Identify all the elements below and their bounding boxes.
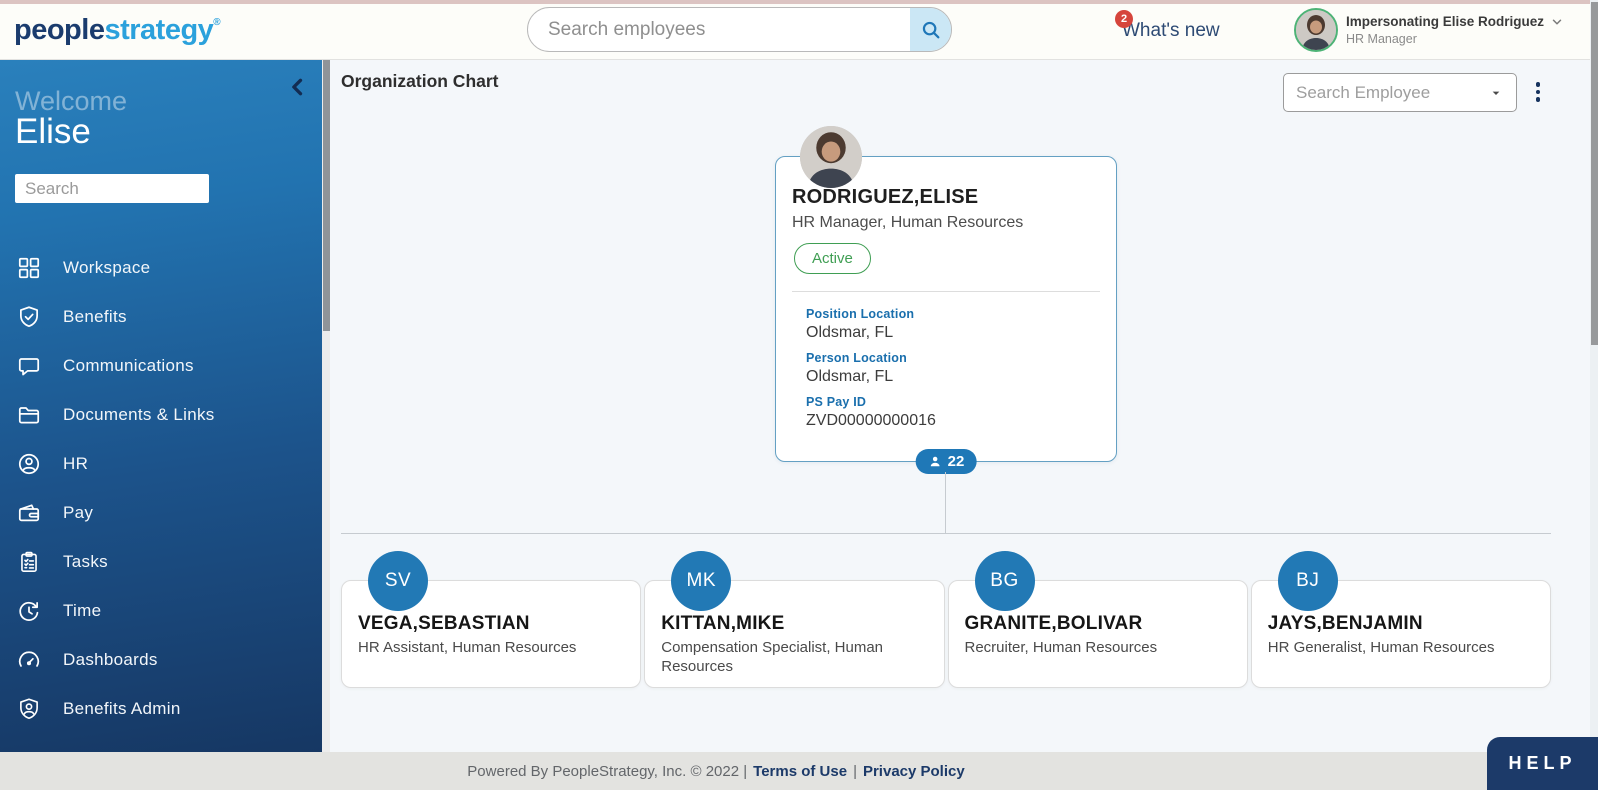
direct-reports-count: 22: [948, 453, 965, 470]
person-circle-icon: [15, 450, 42, 477]
field-position-location: Position Location Oldsmar, FL: [806, 307, 1116, 342]
sidebar-item-documents-links[interactable]: Documents & Links: [0, 390, 322, 439]
employee-name: VEGA,SEBASTIAN: [358, 613, 624, 635]
user-avatar: [1294, 8, 1338, 52]
impersonation-label: Impersonating Elise Rodriguez: [1346, 14, 1544, 29]
employee-title: Recruiter, Human Resources: [965, 639, 1231, 658]
logo-trademark: ®: [213, 17, 220, 28]
kebab-dot: [1536, 82, 1541, 87]
logo-text-strategy: strategy: [104, 14, 213, 46]
person-icon: [928, 454, 943, 469]
header-employee-search: [527, 7, 952, 52]
status-badge: Active: [794, 243, 871, 274]
initials-avatar: SV: [368, 551, 428, 611]
sidebar: Welcome Elise Workspace: [0, 60, 322, 752]
chevron-left-icon: [288, 76, 308, 98]
kebab-dot: [1536, 90, 1541, 95]
terms-of-use-link[interactable]: Terms of Use: [753, 763, 847, 780]
employee-name: KITTAN,MIKE: [661, 613, 927, 635]
user-role: HR Manager: [1346, 32, 1564, 46]
clock-icon: [15, 597, 42, 624]
header-search-input[interactable]: [528, 8, 910, 51]
kebab-menu-button[interactable]: [1528, 76, 1548, 108]
org-card-root[interactable]: RODRIGUEZ,ELISE HR Manager, Human Resour…: [775, 156, 1117, 462]
page-scrollbar-thumb[interactable]: [1591, 2, 1598, 345]
caret-down-icon: [1488, 85, 1504, 101]
footer: Powered By PeopleStrategy, Inc. © 2022 |…: [0, 752, 1598, 790]
initials-avatar: BJ: [1278, 551, 1338, 611]
initials-avatar: MK: [671, 551, 731, 611]
shield-person-icon: [15, 695, 42, 722]
sidebar-item-hr[interactable]: HR: [0, 439, 322, 488]
peoplestrategy-logo[interactable]: peoplestrategy®: [14, 14, 220, 47]
sidebar-item-dashboards[interactable]: Dashboards: [0, 635, 322, 684]
chevron-down-icon[interactable]: [1550, 15, 1564, 29]
org-children-row: SV VEGA,SEBASTIAN HR Assistant, Human Re…: [341, 580, 1551, 688]
user-menu[interactable]: Impersonating Elise Rodriguez HR Manager: [1294, 8, 1564, 52]
employee-search-dropdown[interactable]: Search Employee: [1283, 73, 1517, 112]
sidebar-item-communications[interactable]: Communications: [0, 341, 322, 390]
chat-bubble-icon: [15, 352, 42, 379]
initials-avatar: BG: [975, 551, 1035, 611]
help-button[interactable]: HELP: [1487, 737, 1598, 790]
employee-title: HR Manager, Human Resources: [792, 214, 1100, 232]
employee-title: HR Assistant, Human Resources: [358, 639, 624, 658]
whats-new-link[interactable]: 2 What's new: [1122, 20, 1220, 42]
footer-separator: |: [853, 763, 857, 780]
sidebar-collapse-button[interactable]: [288, 76, 308, 101]
page-title: Organization Chart: [341, 71, 499, 92]
sidebar-item-pay[interactable]: Pay: [0, 488, 322, 537]
sidebar-item-benefits-admin[interactable]: Benefits Admin: [0, 684, 322, 733]
whats-new-label: What's new: [1122, 20, 1220, 41]
org-card-vega-sebastian[interactable]: SV VEGA,SEBASTIAN HR Assistant, Human Re…: [341, 580, 641, 688]
employee-name: RODRIGUEZ,ELISE: [792, 186, 1100, 209]
app-root: peoplestrategy® 2 What's new: [0, 0, 1598, 790]
org-card-granite-bolivar[interactable]: BG GRANITE,BOLIVAR Recruiter, Human Reso…: [948, 580, 1248, 688]
employee-name: GRANITE,BOLIVAR: [965, 613, 1231, 635]
sidebar-item-time[interactable]: Time: [0, 586, 322, 635]
privacy-policy-link[interactable]: Privacy Policy: [863, 763, 965, 780]
employee-search-placeholder: Search Employee: [1296, 83, 1488, 103]
shield-check-icon: [15, 303, 42, 330]
employee-name: JAYS,BENJAMIN: [1268, 613, 1534, 635]
sidebar-search-input[interactable]: [15, 174, 209, 203]
search-icon: [920, 19, 942, 41]
user-info: Impersonating Elise Rodriguez HR Manager: [1346, 14, 1564, 46]
header: peoplestrategy® 2 What's new: [0, 4, 1598, 60]
sidebar-item-benefits[interactable]: Benefits: [0, 292, 322, 341]
page-scrollbar[interactable]: [1590, 0, 1598, 752]
field-person-location: Person Location Oldsmar, FL: [806, 351, 1116, 386]
wallet-icon: [15, 499, 42, 526]
org-connector-horizontal: [341, 533, 1551, 534]
employee-title: HR Generalist, Human Resources: [1268, 639, 1534, 658]
sidebar-nav: Workspace Benefits Communications: [0, 243, 322, 733]
employee-title: Compensation Specialist, Human Resources: [661, 639, 927, 677]
direct-reports-badge[interactable]: 22: [916, 449, 977, 474]
sidebar-scrollbar-thumb[interactable]: [323, 60, 330, 331]
employee-fields: Position Location Oldsmar, FL Person Loc…: [806, 307, 1116, 430]
org-card-kittan-mike[interactable]: MK KITTAN,MIKE Compensation Specialist, …: [644, 580, 944, 688]
org-connector-vertical: [945, 472, 946, 533]
kebab-dot: [1536, 97, 1541, 102]
powered-by-text: Powered By PeopleStrategy, Inc. © 2022 |: [467, 763, 747, 780]
grid-icon: [15, 254, 42, 281]
user-avatar-photo: [1296, 10, 1336, 50]
org-chart-main: Organization Chart Search Employee RODRI…: [330, 60, 1598, 752]
sidebar-item-tasks[interactable]: Tasks: [0, 537, 322, 586]
welcome-user-name: Elise: [15, 112, 91, 152]
sidebar-item-workspace[interactable]: Workspace: [0, 243, 322, 292]
card-divider: [792, 291, 1100, 292]
folder-icon: [15, 401, 42, 428]
logo-text-people: people: [14, 14, 104, 46]
root-avatar-photo: [800, 126, 862, 188]
sidebar-scrollbar[interactable]: [322, 60, 330, 752]
search-submit-button[interactable]: [910, 8, 951, 51]
gauge-icon: [15, 646, 42, 673]
org-card-jays-benjamin[interactable]: BJ JAYS,BENJAMIN HR Generalist, Human Re…: [1251, 580, 1551, 688]
notification-badge: 2: [1115, 10, 1133, 28]
field-ps-pay-id: PS Pay ID ZVD00000000016: [806, 395, 1116, 430]
clipboard-icon: [15, 548, 42, 575]
